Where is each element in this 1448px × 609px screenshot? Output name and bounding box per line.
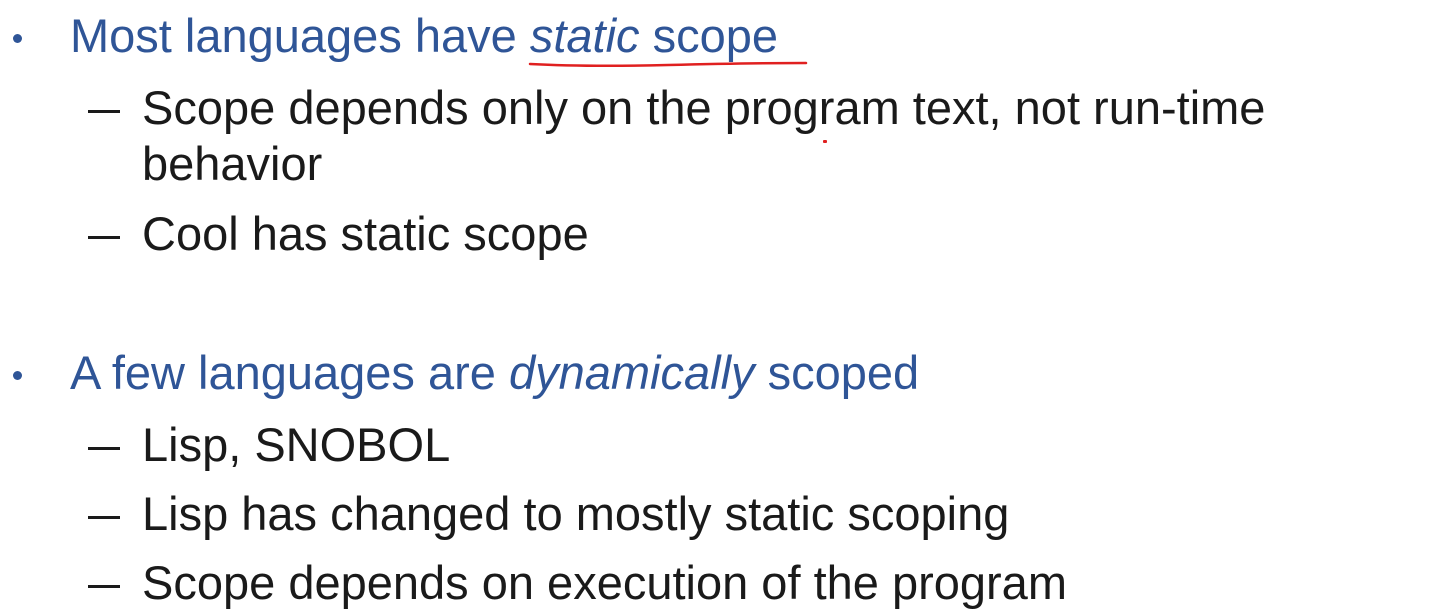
sub-item: Scope depends only on the program text, … bbox=[88, 80, 1265, 136]
slide: Most languages have static scope Scope d… bbox=[0, 0, 1448, 609]
sub-item: Scope depends on execution of the progra… bbox=[88, 555, 1067, 609]
bullet-heading-static: Most languages have static scope bbox=[70, 6, 808, 68]
bullet-dot bbox=[13, 34, 22, 43]
sub-item: Lisp, SNOBOL bbox=[88, 417, 450, 473]
emphasis-text: dynamically bbox=[508, 346, 755, 399]
emphasis-text: static bbox=[529, 9, 640, 62]
bullet-dot bbox=[13, 371, 22, 380]
sub-item-text: Scope depends only on the program text, … bbox=[142, 81, 1266, 134]
heading-text: A few languages are bbox=[70, 346, 509, 399]
sub-item: Cool has static scope bbox=[88, 206, 589, 262]
bullet-heading-dynamic: A few languages are dynamically scoped bbox=[70, 343, 919, 403]
heading-text: Most languages have bbox=[70, 9, 530, 62]
sub-item-text: Scope depends on execution of the progra… bbox=[142, 556, 1067, 609]
sub-item-text: Lisp, SNOBOL bbox=[142, 418, 451, 471]
sub-item-continuation: behavior bbox=[142, 137, 323, 190]
sub-item-text: Lisp has changed to mostly static scopin… bbox=[142, 487, 1010, 540]
heading-text-suffix: scoped bbox=[754, 346, 920, 399]
red-mark-annotation bbox=[823, 140, 827, 143]
sub-item-text: Cool has static scope bbox=[142, 207, 589, 260]
underlined-phrase: static scope bbox=[528, 6, 808, 68]
red-underline-annotation bbox=[528, 61, 808, 68]
heading-text-suffix: scope bbox=[639, 9, 779, 62]
sub-item: Lisp has changed to mostly static scopin… bbox=[88, 486, 1009, 542]
